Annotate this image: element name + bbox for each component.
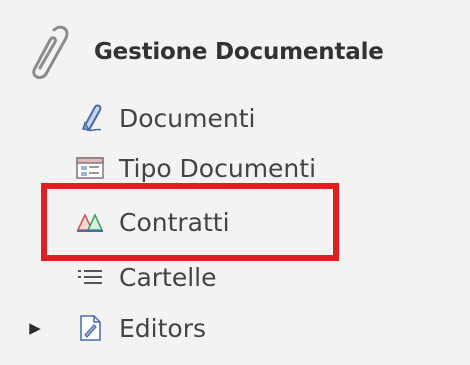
tree-item-label: Cartelle — [119, 262, 217, 292]
tree-item-contratti[interactable]: ▶ Contratti — [20, 200, 230, 244]
tree-item-tipo-documenti[interactable]: ▶ Tipo Documenti — [20, 146, 316, 190]
tree-root-gestione-documentale[interactable]: Gestione Documentale — [20, 22, 384, 82]
contracts-icon — [75, 207, 105, 237]
tree-item-label: Editors — [119, 313, 207, 343]
tree-root-label: Gestione Documentale — [94, 39, 384, 65]
tree-item-editors[interactable]: ▶ Editors — [20, 306, 206, 350]
edit-document-icon — [75, 313, 105, 343]
list-icon — [75, 262, 105, 292]
tree-item-label: Contratti — [119, 207, 230, 237]
tree-item-label: Documenti — [119, 103, 256, 133]
document-types-icon — [75, 153, 105, 183]
expand-caret-icon[interactable]: ▶ — [24, 319, 46, 337]
pen-document-icon — [75, 103, 105, 133]
tree-item-cartelle[interactable]: ▶ Cartelle — [20, 255, 217, 299]
navigation-tree: Gestione Documentale ▶ Documenti ▶ — [0, 0, 470, 365]
tree-item-label: Tipo Documenti — [119, 153, 317, 183]
tree-item-documenti[interactable]: ▶ Documenti — [20, 96, 255, 140]
paperclip-icon — [20, 22, 72, 82]
